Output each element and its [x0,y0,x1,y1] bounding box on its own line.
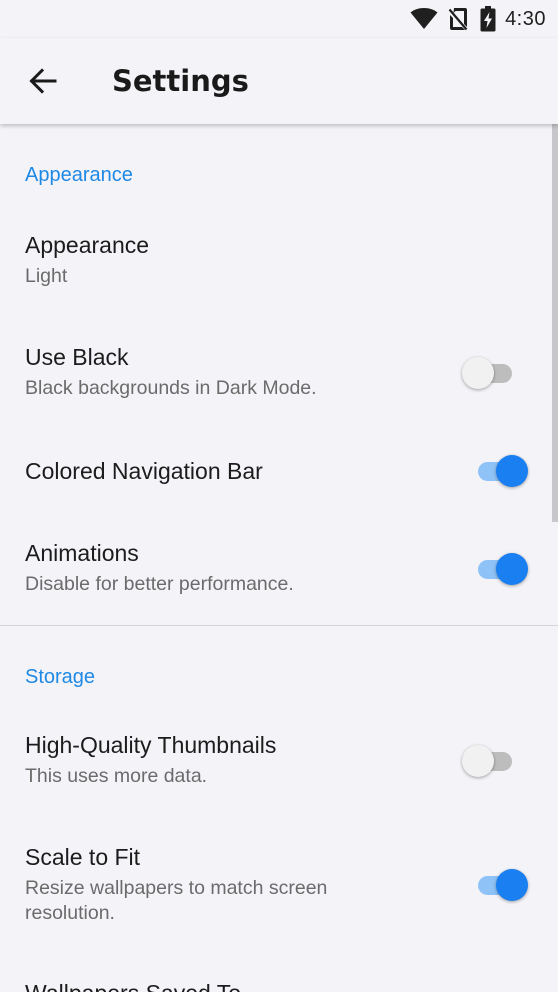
pref-title: Scale to Fit [25,844,141,870]
colored-navigation-bar-switch[interactable] [474,452,530,488]
no-sim-icon [448,8,468,31]
arrow-back-icon [29,68,57,94]
switch-thumb [496,869,528,901]
pref-high-quality-thumbnails[interactable]: High-Quality Thumbnails This uses more d… [0,702,558,814]
status-time: 4:30 [505,7,546,30]
scale-to-fit-switch[interactable] [474,866,530,902]
pref-summary: Light [25,265,68,287]
animations-switch[interactable] [474,550,530,586]
use-black-switch[interactable] [462,354,518,390]
toolbar: Settings [0,38,558,124]
pref-colored-navigation-bar[interactable]: Colored Navigation Bar [0,426,558,518]
category-header-appearance: Appearance [25,164,133,186]
pref-animations[interactable]: Animations Disable for better performanc… [0,518,558,624]
pref-scale-to-fit[interactable]: Scale to Fit Resize wallpapers to match … [0,814,558,952]
settings-screen: 4:30 Settings Appearance Appearance Ligh… [0,0,558,992]
settings-list[interactable]: Appearance Appearance Light Use Black Bl… [0,124,558,992]
switch-thumb [496,553,528,585]
pref-title: Wallpapers Saved To [25,980,241,992]
pref-summary: Disable for better performance. [25,573,294,595]
category-header-storage: Storage [25,666,96,688]
battery-charging-icon [480,6,496,32]
status-icons: 4:30 [410,6,546,32]
pref-title: High-Quality Thumbnails [25,732,277,758]
pref-title: Animations [25,540,139,566]
wifi-icon [410,8,438,29]
high-quality-thumbnails-switch[interactable] [462,742,518,778]
pref-summary: Resize wallpapers to match screen resolu… [25,877,328,924]
back-button[interactable] [22,60,64,102]
pref-title: Appearance [25,232,150,258]
section-divider [0,625,558,626]
pref-appearance[interactable]: Appearance Light [0,204,558,314]
pref-wallpapers-saved-to[interactable]: Wallpapers Saved To [0,952,558,992]
switch-thumb [462,357,494,389]
pref-title: Use Black [25,344,129,370]
pref-summary: This uses more data. [25,765,208,787]
pref-summary: Black backgrounds in Dark Mode. [25,377,317,399]
page-title: Settings [112,64,249,98]
pref-use-black[interactable]: Use Black Black backgrounds in Dark Mode… [0,314,558,426]
status-bar: 4:30 [0,0,558,38]
pref-title: Colored Navigation Bar [25,458,263,484]
switch-thumb [496,455,528,487]
switch-thumb [462,745,494,777]
